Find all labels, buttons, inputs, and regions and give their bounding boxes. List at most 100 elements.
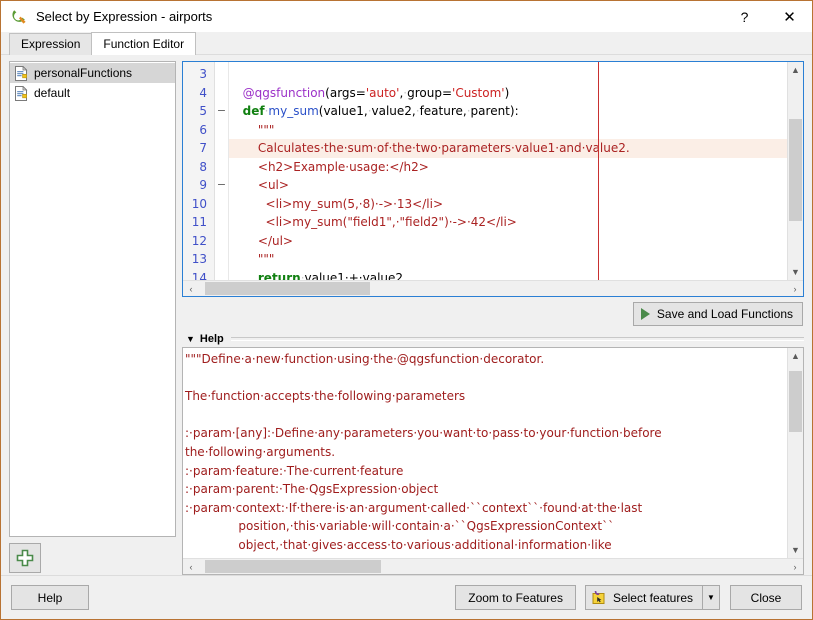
function-list-pane: personalFunctions default: [9, 61, 176, 575]
help-header-divider: [231, 337, 804, 341]
code-token: """: [258, 123, 275, 137]
help-line: :·param·parent:·The·QgsExpression·object: [185, 480, 787, 499]
code-text[interactable]: @qgsfunction(args='auto',·group='Custom'…: [229, 62, 787, 280]
function-list[interactable]: personalFunctions default: [9, 61, 176, 537]
code-token: <ul>: [258, 178, 289, 192]
code-line: """: [229, 250, 787, 269]
help-panel[interactable]: """Define·a·new·function·using·the·@qgsf…: [182, 347, 804, 575]
help-line: the·following·arguments.: [185, 443, 787, 462]
fold-toggle-icon[interactable]: −: [215, 176, 228, 195]
code-editor-vertical-scrollbar[interactable]: ▲ ▼: [787, 62, 803, 280]
titlebar-help-button[interactable]: ?: [722, 1, 767, 32]
help-text-content[interactable]: """Define·a·new·function·using·the·@qgsf…: [183, 348, 787, 558]
vertical-scroll-track[interactable]: [788, 364, 803, 542]
scroll-down-arrow-icon[interactable]: ▼: [788, 542, 803, 558]
help-line: [185, 406, 787, 425]
code-surface[interactable]: 34567891011121314 −− @qgsfunction(args='…: [183, 62, 787, 280]
code-token: 'Custom': [452, 86, 505, 100]
code-line: def·my_sum(value1,·value2,·feature,·pare…: [229, 102, 787, 121]
list-item-label: personalFunctions: [34, 66, 132, 80]
tab-function-editor[interactable]: Function Editor: [91, 32, 196, 55]
tab-bar: Expression Function Editor: [1, 32, 812, 55]
code-token: [235, 271, 258, 281]
select-features-dropdown-arrow[interactable]: ▼: [702, 585, 720, 610]
python-file-icon: [14, 86, 28, 101]
scroll-right-arrow-icon[interactable]: ›: [787, 559, 803, 574]
code-line: return·value1·+·value2: [229, 269, 787, 281]
code-token: [235, 178, 258, 192]
vertical-scroll-thumb[interactable]: [789, 371, 802, 432]
close-button[interactable]: Close: [730, 585, 802, 610]
fold-toggle-icon[interactable]: −: [215, 102, 228, 121]
horizontal-scroll-thumb[interactable]: [205, 560, 381, 573]
save-and-load-functions-button[interactable]: Save and Load Functions: [633, 302, 803, 326]
add-function-button[interactable]: [9, 543, 41, 573]
vertical-scroll-thumb[interactable]: [789, 119, 802, 221]
vertical-scroll-track[interactable]: [788, 78, 803, 264]
code-token: (args=: [325, 86, 366, 100]
fold-spacer: [215, 84, 228, 103]
code-token: [235, 215, 266, 229]
title-bar: Select by Expression - airports ? ✕: [1, 1, 812, 32]
help-section-header[interactable]: ▼ Help: [182, 331, 804, 347]
horizontal-scroll-track[interactable]: [199, 281, 787, 296]
list-item[interactable]: personalFunctions: [10, 63, 175, 83]
code-token: value2,: [372, 104, 416, 118]
code-token: <li>my_sum(5,·8)·->·13</li>: [266, 197, 443, 211]
code-token: """: [258, 252, 275, 266]
code-editor-body: 34567891011121314 −− @qgsfunction(args='…: [183, 62, 803, 280]
scroll-left-arrow-icon[interactable]: ‹: [183, 559, 199, 574]
select-features-button[interactable]: Select features: [585, 585, 702, 610]
fold-spacer: [215, 158, 228, 177]
fold-spacer: [215, 269, 228, 281]
line-number: 12: [183, 232, 214, 251]
scroll-left-arrow-icon[interactable]: ‹: [183, 281, 199, 296]
chevron-down-icon[interactable]: ▼: [186, 334, 195, 344]
code-line: """: [229, 121, 787, 140]
code-line: <li>my_sum("field1",·"field2")·->·42</li…: [229, 213, 787, 232]
help-vertical-scrollbar[interactable]: ▲ ▼: [787, 348, 803, 558]
help-line: """Define·a·new·function·using·the·@qgsf…: [185, 350, 787, 369]
code-editor[interactable]: 34567891011121314 −− @qgsfunction(args='…: [182, 61, 804, 297]
line-number: 6: [183, 121, 214, 140]
help-button[interactable]: Help: [11, 585, 89, 610]
select-features-label: Select features: [613, 591, 693, 605]
list-item-label: default: [34, 86, 70, 100]
scroll-right-arrow-icon[interactable]: ›: [787, 281, 803, 296]
list-item[interactable]: default: [10, 83, 175, 103]
help-horizontal-scrollbar[interactable]: ‹ ›: [183, 558, 803, 574]
code-token: return: [258, 271, 301, 281]
code-token: [235, 234, 258, 248]
help-line: [185, 369, 787, 388]
fold-spacer: [215, 195, 228, 214]
code-token: @qgsfunction: [243, 86, 326, 100]
code-line: Calculates·the·sum·of·the·two·parameters…: [229, 139, 787, 158]
code-line: <h2>Example·usage:</h2>: [229, 158, 787, 177]
code-token: Calculates·the·sum·of·the·two·parameters…: [258, 141, 630, 155]
help-line: :·param·[any]:·Define·any·parameters·you…: [185, 424, 787, 443]
code-token: <li>my_sum("field1",·"field2")·->·42</li…: [266, 215, 517, 229]
horizontal-scroll-track[interactable]: [199, 559, 787, 574]
select-features-icon: [592, 590, 607, 605]
close-icon[interactable]: ✕: [767, 1, 812, 32]
scroll-up-arrow-icon[interactable]: ▲: [788, 62, 803, 78]
window-title: Select by Expression - airports: [36, 9, 722, 24]
code-token: [235, 141, 258, 155]
help-line: :·param·feature:·The·current·feature: [185, 462, 787, 481]
code-token: [235, 86, 243, 100]
main-content: personalFunctions default: [1, 55, 812, 575]
tab-expression[interactable]: Expression: [9, 33, 92, 55]
zoom-to-features-button[interactable]: Zoom to Features: [455, 585, 576, 610]
scroll-up-arrow-icon[interactable]: ▲: [788, 348, 803, 364]
code-token: parent):: [471, 104, 519, 118]
fold-margin[interactable]: −−: [215, 62, 229, 280]
scroll-down-arrow-icon[interactable]: ▼: [788, 264, 803, 280]
code-token: def: [243, 104, 265, 118]
fold-spacer: [215, 250, 228, 269]
qgis-icon: [11, 8, 28, 25]
horizontal-scroll-thumb[interactable]: [205, 282, 370, 295]
save-load-toolbar: Save and Load Functions: [182, 297, 804, 331]
code-token: [235, 104, 243, 118]
code-editor-horizontal-scrollbar[interactable]: ‹ ›: [183, 280, 803, 296]
fold-spacer: [215, 65, 228, 84]
